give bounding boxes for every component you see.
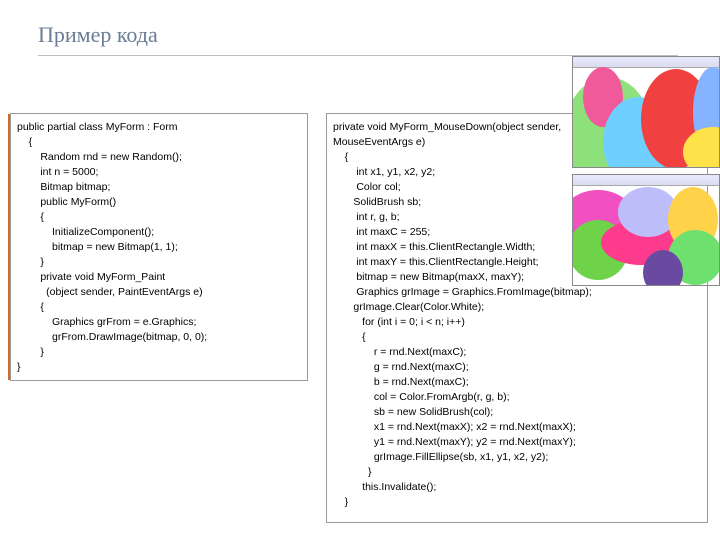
slide-title: Пример кода	[38, 22, 158, 48]
window-titlebar	[573, 175, 719, 186]
output-preview-1	[572, 56, 720, 168]
code-block-left: public partial class MyForm : Form { Ran…	[10, 113, 308, 381]
output-preview-2	[572, 174, 720, 286]
window-titlebar	[573, 57, 719, 68]
